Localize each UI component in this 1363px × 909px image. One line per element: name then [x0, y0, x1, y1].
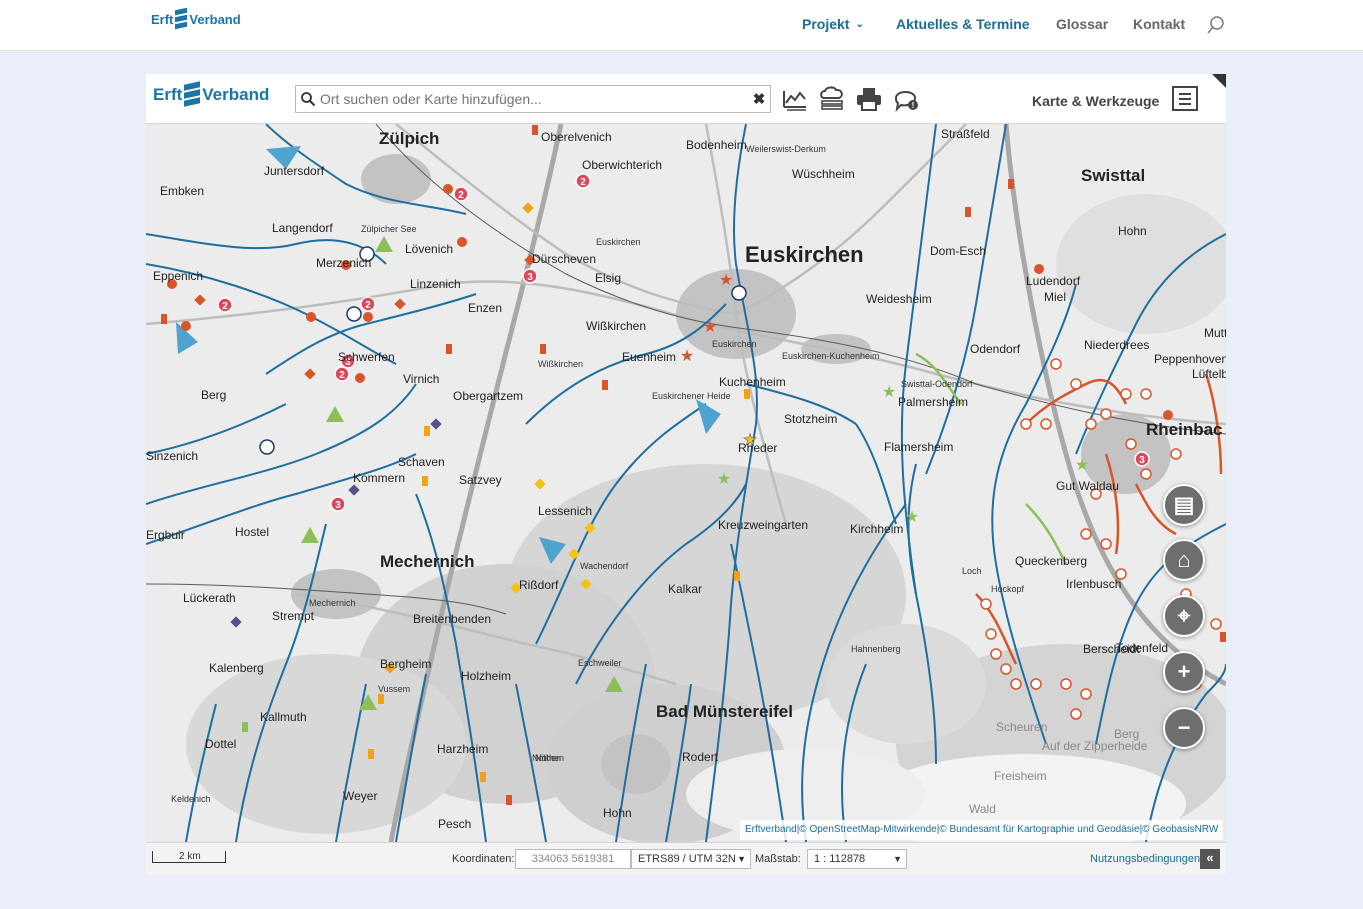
svg-text:3: 3 [527, 272, 533, 283]
svg-text:3: 3 [1139, 455, 1145, 466]
site-search-icon[interactable] [1206, 15, 1226, 35]
svg-text:2: 2 [580, 177, 586, 188]
map-attribution[interactable]: Erftverband|© OpenStreetMap-Mitwirkende|… [740, 820, 1224, 840]
coordinates-field[interactable]: 334063 5619381 [515, 849, 631, 869]
site-logo-right: Verband [189, 12, 241, 27]
scale-bar: 2 km [152, 851, 226, 863]
chevron-down-icon: ⌄ [855, 18, 864, 30]
map-application: Erft Verband ✖ ! Karte & Werkzeuge [146, 74, 1226, 874]
svg-text:★: ★ [717, 469, 731, 488]
site-header: Erft Verband Projekt ⌄ Aktuelles & Termin… [0, 0, 1363, 51]
chevron-down-icon: ▼ [893, 854, 902, 864]
coordinates-label: Koordinaten: [452, 853, 515, 865]
collapse-icon[interactable]: « [1200, 849, 1220, 869]
home-icon[interactable]: ⌂ [1163, 539, 1205, 581]
svg-text:3: 3 [335, 500, 341, 511]
logo-mark-icon [184, 81, 201, 107]
site-logo[interactable]: Erft Verband [151, 7, 241, 30]
place-search: ✖ [295, 85, 771, 113]
locate-icon[interactable]: ⌖ [1163, 595, 1205, 637]
svg-text:★: ★ [743, 430, 757, 449]
app-logo-left: Erft [153, 85, 183, 104]
place-search-input[interactable] [320, 86, 748, 112]
app-logo[interactable]: Erft Verband [153, 81, 270, 107]
svg-text:2: 2 [365, 300, 371, 311]
svg-text:★: ★ [905, 507, 919, 526]
svg-text:★: ★ [680, 346, 694, 365]
map-canvas[interactable]: 2 2 3 2 2 3 2 3 3 ★ ★ ★ ★ ★ ★ ★ ★ Euskir… [146, 124, 1226, 842]
svg-text:★: ★ [719, 270, 733, 289]
logo-mark-icon [175, 7, 188, 30]
scale-select-value: 1 : 112878 [814, 853, 866, 865]
crs-select-value: ETRS89 / UTM 32N [638, 853, 736, 865]
green-lines [915, 352, 1068, 565]
chevron-down-icon: ▼ [737, 854, 746, 864]
terms-of-use-link[interactable]: Nutzungsbedingungen [1090, 853, 1200, 865]
nav-projekt[interactable]: Projekt ⌄ [802, 16, 864, 32]
svg-text:★: ★ [1075, 455, 1089, 474]
svg-text:2: 2 [339, 370, 345, 381]
print-icon[interactable] [854, 84, 884, 114]
site-logo-left: Erft [151, 12, 174, 27]
scale-label: Maßstab: [755, 853, 801, 865]
tools-label[interactable]: Karte & Werkzeuge [1032, 93, 1159, 109]
point-markers [167, 184, 1173, 420]
nav-projekt-label: Projekt [802, 16, 850, 32]
map-basemap: 2 2 3 2 2 3 2 3 3 ★ ★ ★ ★ ★ ★ ★ ★ [146, 124, 1226, 842]
nav-kontakt[interactable]: Kontakt [1133, 16, 1185, 32]
map-toolbar: Erft Verband ✖ ! Karte & Werkzeuge [146, 74, 1226, 124]
svg-text:!: ! [912, 101, 915, 110]
crs-select[interactable]: ETRS89 / UTM 32N ▼ [631, 849, 751, 869]
corner-triangle-icon [1212, 74, 1226, 88]
search-icon [296, 86, 320, 112]
svg-text:2: 2 [222, 301, 228, 312]
svg-text:3: 3 [345, 357, 351, 368]
gauge-markers [259, 246, 747, 455]
app-logo-right: Verband [202, 85, 270, 104]
nav-aktuelles[interactable]: Aktuelles & Termine [896, 16, 1030, 32]
feedback-icon[interactable]: ! [892, 84, 922, 114]
clear-icon[interactable]: ✖ [748, 90, 770, 108]
zoom-out-icon[interactable]: − [1163, 707, 1205, 749]
zoom-in-icon[interactable]: + [1163, 651, 1205, 693]
profile-tool-icon[interactable] [780, 84, 810, 114]
scale-bar-label: 2 km [179, 851, 201, 862]
hamburger-menu-icon[interactable] [1172, 86, 1198, 111]
scale-select[interactable]: 1 : 112878 ▼ [807, 849, 907, 869]
svg-text:★: ★ [703, 317, 717, 336]
svg-text:2: 2 [458, 190, 464, 201]
nav-glossar[interactable]: Glossar [1056, 16, 1108, 32]
svg-text:★: ★ [882, 382, 896, 401]
layers-cloud-icon[interactable] [817, 84, 847, 114]
map-statusbar: 2 km Koordinaten: 334063 5619381 ETRS89 … [146, 842, 1226, 874]
legend-icon[interactable]: ▤ [1163, 484, 1205, 526]
